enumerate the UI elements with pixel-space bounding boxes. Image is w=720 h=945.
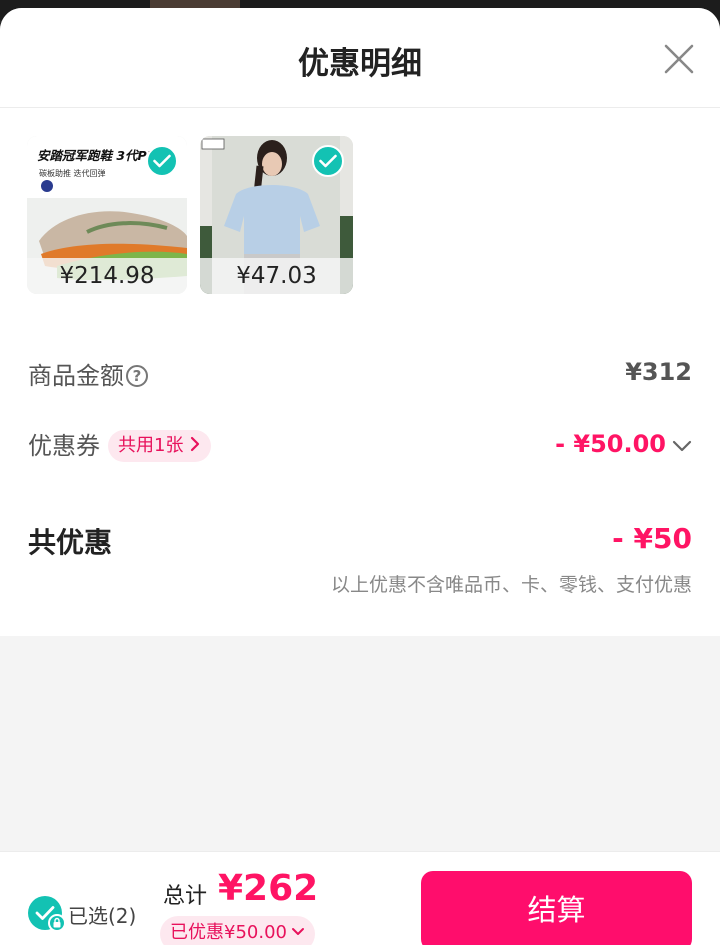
saved-amount-pill[interactable]: 已优惠¥50.00 [160,916,315,945]
coupon-row[interactable]: 优惠券 共用1张 - ¥50.00 [28,426,692,466]
sheet-title: 优惠明细 [298,46,422,82]
chevron-down-icon [291,928,304,935]
help-icon[interactable]: ? [126,365,148,387]
check-icon [312,145,344,177]
checkout-button[interactable]: 结算 [421,871,692,945]
saved-amount-text: 已优惠¥50.00 [170,922,287,943]
chevron-right-icon [191,436,200,452]
shoe-banner-text: 安踏冠军跑鞋 3代PR [37,148,156,163]
close-icon [664,44,694,74]
discount-note: 以上优惠不含唯品币、卡、零钱、支付优惠 [330,574,692,596]
coupon-tag[interactable]: 共用1张 [108,430,212,462]
total-amount: ¥262 [218,868,319,909]
selected-count: 已选(2) [68,904,137,928]
total-discount-label: 共优惠 [28,526,113,559]
product-price: ¥214.98 [27,258,187,294]
discount-panel: 安踏冠军跑鞋 3代PR 碳板助推 迭代回弹 ¥214.98 ¥47.03 商品金… [0,108,720,636]
goods-amount-row: 商品金额? ¥312 [28,356,692,390]
goods-amount-value: ¥312 [625,358,692,386]
coupon-label: 优惠券 [28,432,100,460]
sheet-header: 优惠明细 [0,8,720,108]
close-button[interactable] [660,44,698,74]
discount-details-sheet: 优惠明细 安踏冠军跑鞋 3代PR 碳板助推 迭代回弹 ¥214.98 ¥47.0… [0,8,720,945]
lock-icon [48,914,66,932]
check-icon [146,145,178,177]
goods-amount-label: 商品金额 [28,362,124,390]
checkout-bar: 已选(2) 总计 ¥262 已优惠¥50.00 结算 [0,851,720,945]
total-discount-value: - ¥50 [612,522,692,555]
coupon-value: - ¥50.00 [555,430,666,458]
product-thumbnail[interactable]: ¥47.03 [200,136,353,294]
total-discount-row: 共优惠 - ¥50 [28,521,692,561]
chevron-down-icon[interactable] [672,439,692,453]
total-caption: 总计 [163,884,208,909]
coupon-tag-text: 共用1张 [118,435,184,456]
shoe-banner-subtext: 碳板助推 迭代回弹 [39,168,106,178]
product-thumbnail[interactable]: 安踏冠军跑鞋 3代PR 碳板助推 迭代回弹 ¥214.98 [27,136,187,294]
product-price: ¥47.03 [200,258,353,294]
